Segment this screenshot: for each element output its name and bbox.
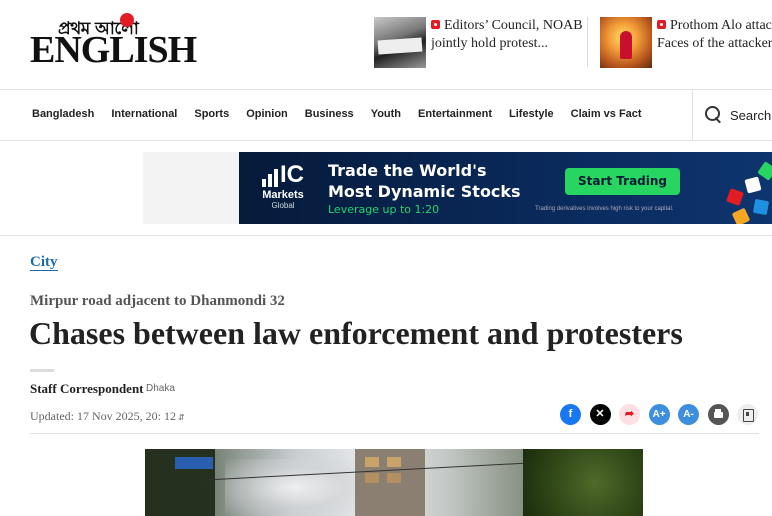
ad-brand-logo: IC Markets Global [253,161,313,210]
ad-banner[interactable]: IC Markets Global Trade the World's Most… [239,152,772,224]
nav-item-youth[interactable]: Youth [371,108,401,120]
facebook-icon[interactable]: f [560,404,581,425]
print-icon[interactable] [707,404,729,425]
nav-item-opinion[interactable]: Opinion [246,108,288,120]
nav-item-claim-vs-fact[interactable]: Claim vs Fact [571,108,642,120]
photo-icon [657,20,666,29]
nav-item-sports[interactable]: Sports [194,108,229,120]
author-name[interactable]: Staff Correspondent [30,381,144,397]
top-story-title[interactable]: Editors’ Council, NOAB jointly hold prot… [431,17,591,53]
nav-item-bangladesh[interactable]: Bangladesh [32,108,94,120]
photo-icon [431,20,440,29]
image-building [355,449,425,516]
image-awning [175,457,213,469]
nav-divider [692,90,693,141]
x-icon[interactable]: ✕ [589,404,611,425]
logo-english-text: ENGLISH [30,29,197,71]
nav-item-entertainment[interactable]: Entertainment [418,108,492,120]
ad-placeholder [143,152,239,224]
logo-sun-icon [120,13,134,27]
chart-bars-icon [262,169,280,187]
nav-items: Bangladesh International Sports Opinion … [32,108,659,120]
ad-cta-button[interactable]: Start Trading [565,168,680,195]
font-decrease-icon[interactable]: A- [678,404,699,425]
share-icon[interactable]: ➦ [619,404,640,425]
nav-item-business[interactable]: Business [305,108,354,120]
ad-cubes-graphic [724,160,772,224]
image-tree [523,449,643,516]
top-story-title[interactable]: Prothom Alo attac Faces of the attackers [657,17,772,53]
main-nav: Bangladesh International Sports Opinion … [0,90,772,141]
article-kicker: Mirpur road adjacent to Dhanmondi 32 [30,293,285,309]
article-lead-image[interactable] [145,449,643,516]
top-story-1[interactable]: Editors’ Council, NOAB jointly hold prot… [374,17,584,69]
article-headline: Chases between law enforcement and prote… [29,315,683,351]
article-meta-divider [30,433,759,434]
ad-risk-disclaimer: Trading derivatives involves high risk t… [535,206,674,212]
site-logo[interactable]: প্রথম আলো ENGLISH [30,13,197,72]
byline-divider [30,369,54,372]
share-toolbar: f ✕ ➦ A+ A- [560,404,767,425]
search-icon [704,105,724,125]
image-smoke [225,459,365,516]
sort-caret-icon: ⇵ [178,412,185,422]
ad-brand-sub: Global [271,201,295,210]
top-story-2[interactable]: Prothom Alo attac Faces of the attackers [600,17,772,69]
top-story-thumbnail[interactable] [374,17,426,68]
ad-leverage-text: Leverage up to 1:20 [328,203,440,216]
nav-item-lifestyle[interactable]: Lifestyle [509,108,554,120]
site-header: প্রথম আলো ENGLISH Editors’ Council, NOAB… [0,0,772,90]
ad-container: IC Markets Global Trade the World's Most… [0,141,772,236]
dateline-place: Dhaka [146,383,175,394]
nav-item-international[interactable]: International [111,108,177,120]
section-link-city[interactable]: City [30,254,58,271]
font-increase-icon[interactable]: A+ [648,404,670,425]
ad-brand-mark: IC [280,161,304,188]
search-button[interactable]: Search [704,105,771,125]
search-label: Search [730,107,772,123]
top-story-divider [587,17,588,67]
updated-timestamp[interactable]: Updated: 17 Nov 2025, 20: 12 ⇵ [30,409,185,424]
bookmark-icon[interactable] [737,404,758,425]
ad-headline: Trade the World's Most Dynamic Stocks [328,161,521,201]
top-story-thumbnail[interactable] [600,17,652,68]
ad-brand-name: Markets [262,189,304,201]
